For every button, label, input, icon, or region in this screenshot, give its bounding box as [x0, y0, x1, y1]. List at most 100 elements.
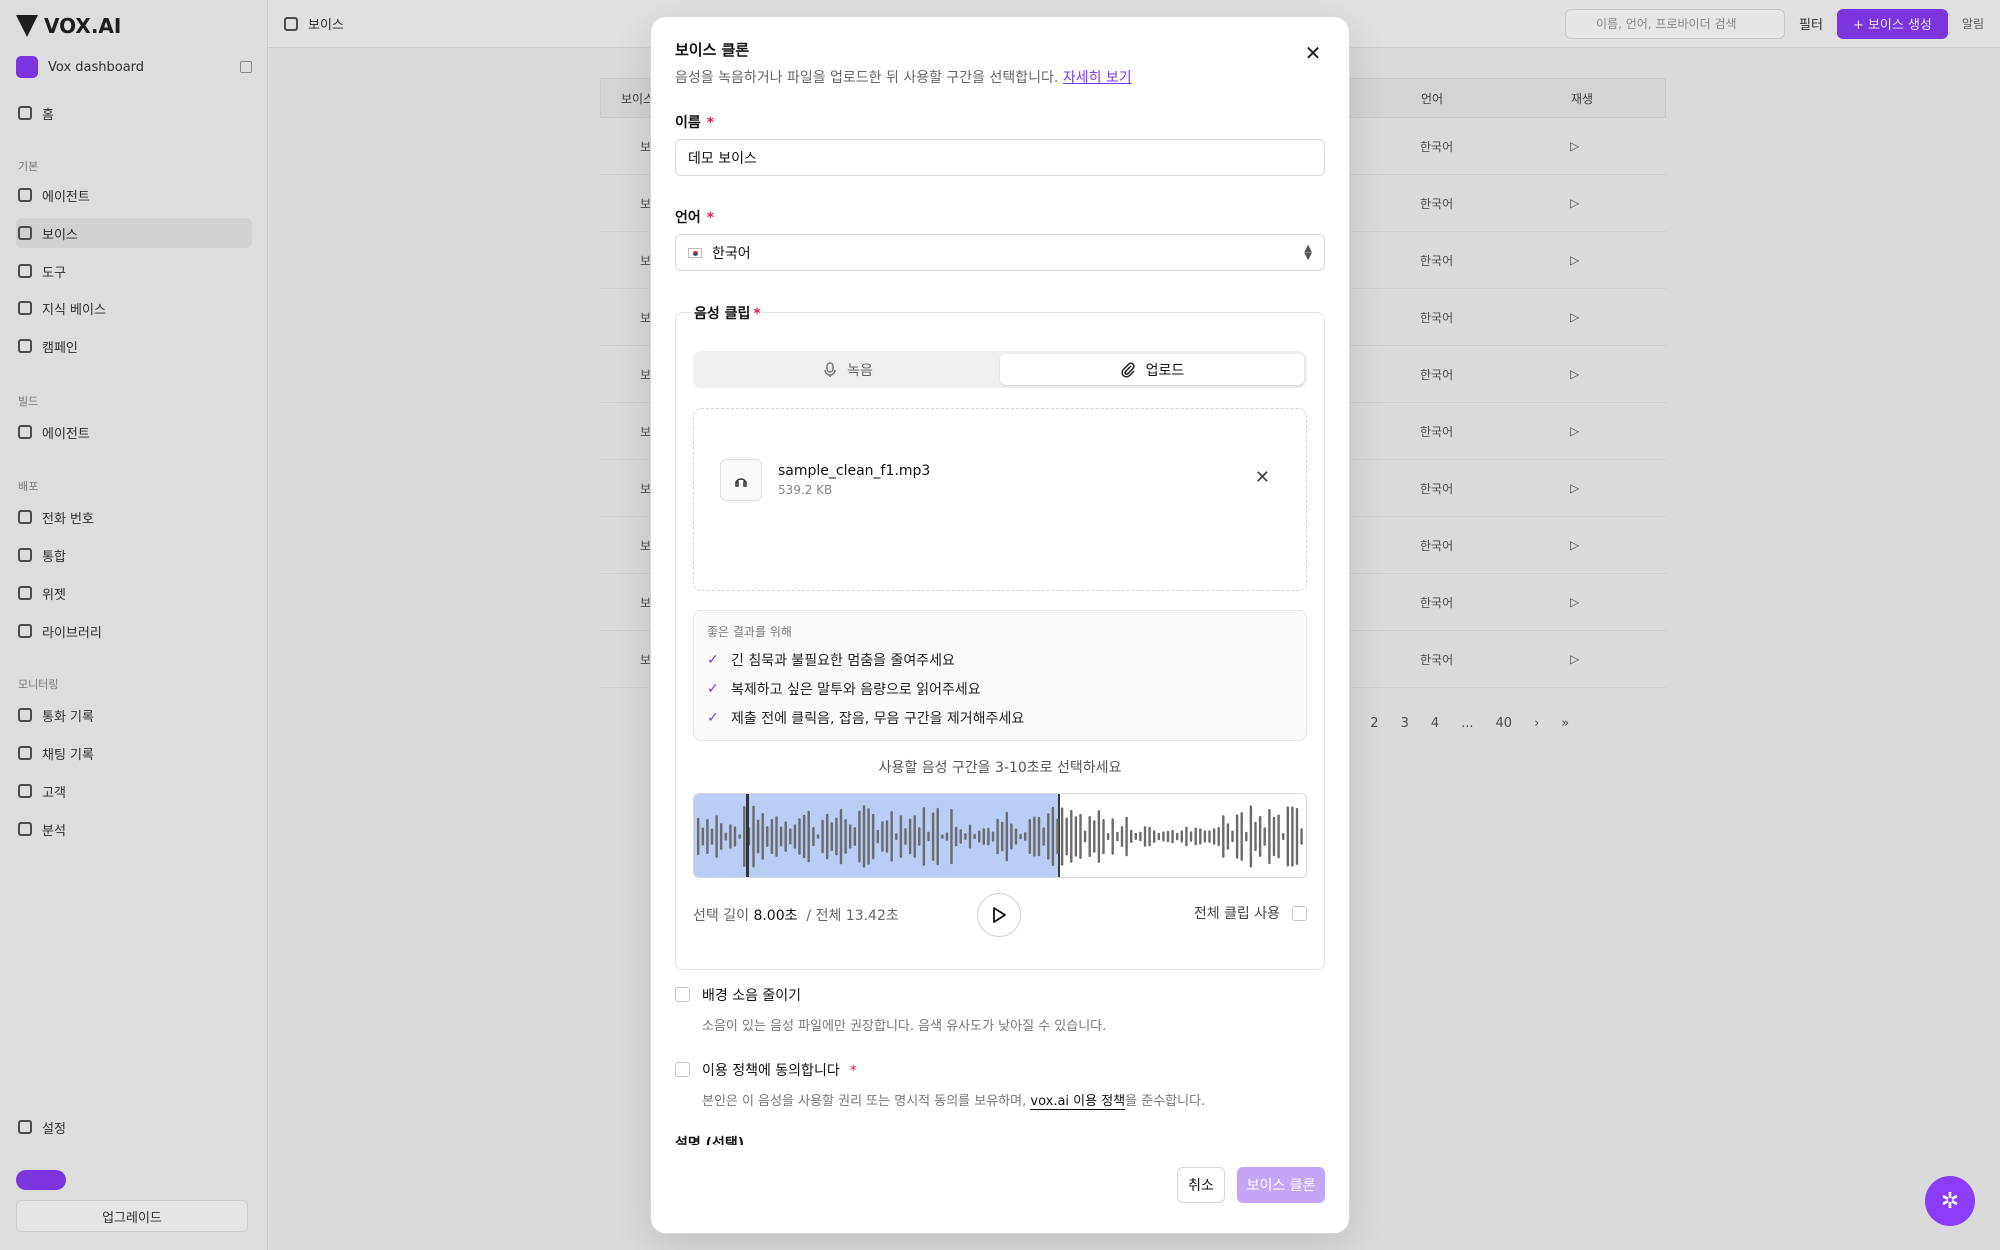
- close-icon[interactable]: ✕: [1301, 41, 1325, 65]
- waveform-bar: [706, 819, 709, 854]
- waveform-bar: [802, 814, 806, 859]
- tab-upload[interactable]: 업로드: [1000, 354, 1304, 385]
- waveform-bar: [1051, 806, 1055, 866]
- waveform-bar: [908, 818, 912, 855]
- waveform-bar: [876, 829, 879, 844]
- waveform-bar: [1028, 819, 1031, 854]
- waveform-bar: [1074, 816, 1078, 857]
- waveform-bar: [1268, 809, 1271, 864]
- segment-hint: 사용할 음성 구간을 3-10초로 선택하세요: [878, 760, 1122, 776]
- policy-checkbox[interactable]: [675, 1062, 690, 1077]
- waveform-bar: [1111, 818, 1114, 855]
- file-size: 539.2 KB: [778, 483, 833, 497]
- learn-more-link[interactable]: 자세히 보기: [1063, 70, 1132, 86]
- check-icon: ✓: [707, 710, 719, 726]
- waveform-bar: [899, 815, 903, 858]
- waveform-bar: [779, 826, 783, 847]
- tip-item: ✓ 복제하고 싶은 말투와 음량으로 읽어주세요: [707, 681, 981, 698]
- waveform-bar: [853, 827, 856, 846]
- check-icon: ✓: [707, 681, 719, 697]
- waveform-bar: [720, 823, 723, 850]
- waveform-bar: [1245, 831, 1248, 842]
- waveform-bar: [724, 832, 727, 841]
- waveform-bar: [1199, 828, 1202, 845]
- noise-reduction-checkbox[interactable]: [675, 987, 690, 1002]
- waveform-bar: [1106, 833, 1110, 840]
- waveform-bar: [1134, 832, 1137, 840]
- waveform-bar: [1189, 831, 1193, 842]
- waveform-bar: [1097, 810, 1101, 863]
- waveform-bar: [978, 830, 981, 843]
- play-icon: [993, 907, 1006, 923]
- waveform-bar: [1079, 814, 1082, 859]
- name-input[interactable]: 데모 보이스: [675, 139, 1325, 176]
- dialog-title: 보이스 클론: [675, 41, 750, 59]
- remove-file-icon[interactable]: ✕: [1255, 467, 1270, 488]
- playhead[interactable]: [746, 794, 749, 878]
- waveform-bar: [1157, 832, 1160, 841]
- waveform-bar: [743, 806, 746, 867]
- tips-panel: 좋은 결과를 위해 ✓ 긴 침묵과 불필요한 멈춤을 줄여주세요 ✓ 복제하고 싶은…: [693, 610, 1307, 741]
- waveform-bar: [1093, 820, 1096, 853]
- play-button[interactable]: [977, 893, 1021, 937]
- tips-title: 좋은 결과를 위해: [707, 625, 792, 639]
- waveform-bar: [1176, 832, 1179, 841]
- policy-link[interactable]: vox.ai 이용 정책: [1030, 1094, 1126, 1110]
- noise-reduction-title: 배경 소음 줄이기: [702, 988, 802, 1004]
- waveform-bar: [1235, 814, 1239, 859]
- file-name: sample_clean_f1.mp3: [778, 463, 931, 479]
- chevron-up-down-icon: ▲ ▼: [1304, 242, 1312, 262]
- waveform-bar: [1231, 830, 1234, 843]
- dialog-footer: 취소 보이스 클론: [651, 1145, 1349, 1233]
- noise-reduction-desc: 소음이 있는 음성 파일에만 권장합니다. 음색 유사도가 낮아질 수 있습니다…: [702, 1019, 1107, 1034]
- microphone-icon: [824, 361, 836, 377]
- waveform-bar: [1019, 833, 1022, 840]
- waveform-bar: [752, 805, 755, 868]
- tab-record[interactable]: 녹음: [696, 354, 1000, 385]
- waveform-bar: [1217, 827, 1220, 846]
- waveform-bar: [1295, 808, 1299, 865]
- waveform-bar: [710, 828, 714, 845]
- policy-title: 이용 정책에 동의합니다 *: [702, 1063, 857, 1079]
- waveform-bar: [1162, 831, 1165, 842]
- bug-icon: ✲: [1940, 1188, 1960, 1214]
- cancel-button[interactable]: 취소: [1177, 1167, 1225, 1203]
- waveform-bar: [1300, 828, 1303, 845]
- waveform-bar: [761, 813, 764, 860]
- waveform-bar: [816, 834, 820, 839]
- clip-source-tabs: 녹음 업로드: [693, 351, 1307, 388]
- waveform-bar: [1282, 833, 1285, 840]
- waveform-bar: [775, 816, 778, 857]
- dialog-description: 음성을 녹음하거나 파일을 업로드한 뒤 사용할 구간을 선택합니다. 자세히 …: [675, 70, 1132, 86]
- waveform-bar: [1120, 826, 1124, 847]
- waveform-editor[interactable]: [693, 793, 1307, 878]
- waveform-bar: [1258, 816, 1262, 857]
- bug-report-button[interactable]: ✲: [1925, 1176, 1975, 1226]
- waveform-bar: [770, 818, 774, 855]
- waveform-bar: [922, 807, 926, 866]
- waveform-bar: [784, 821, 787, 852]
- waveform-bar: [812, 827, 815, 847]
- waveform-bar: [826, 813, 829, 860]
- waveform-bar: [1033, 816, 1036, 857]
- waveform-bar: [1102, 819, 1105, 855]
- language-select[interactable]: 한국어 ▲ ▼: [675, 234, 1325, 271]
- use-full-clip-checkbox[interactable]: [1292, 905, 1307, 921]
- waveform-bar: [1286, 806, 1289, 867]
- waveform-bar: [1180, 830, 1183, 843]
- upload-dropzone[interactable]: sample_clean_f1.mp3 539.2 KB ✕: [693, 408, 1307, 591]
- waveform-bar: [830, 822, 833, 851]
- waveform-bar: [1277, 814, 1280, 859]
- waveform-bar: [1171, 829, 1174, 844]
- waveform-bar: [973, 833, 976, 840]
- waveform-bar: [766, 826, 769, 847]
- waveform-bar: [1222, 815, 1225, 858]
- policy-desc: 본인은 이 음성을 사용할 권리 또는 명시적 동의를 보유하며, vox.ai…: [702, 1094, 1206, 1110]
- noise-reduction-option: 배경 소음 줄이기 소음이 있는 음성 파일에만 권장합니다. 음색 유사도가 …: [675, 985, 1106, 1034]
- voice-clone-submit-button[interactable]: 보이스 클론: [1237, 1167, 1325, 1203]
- waveform-bar: [1272, 816, 1276, 857]
- selection-length: 선택 길이 8.00초 / 전체 13.42초: [693, 908, 899, 924]
- waveform-bar: [756, 819, 760, 854]
- waveform: [697, 794, 1303, 878]
- waveform-bar: [936, 807, 939, 866]
